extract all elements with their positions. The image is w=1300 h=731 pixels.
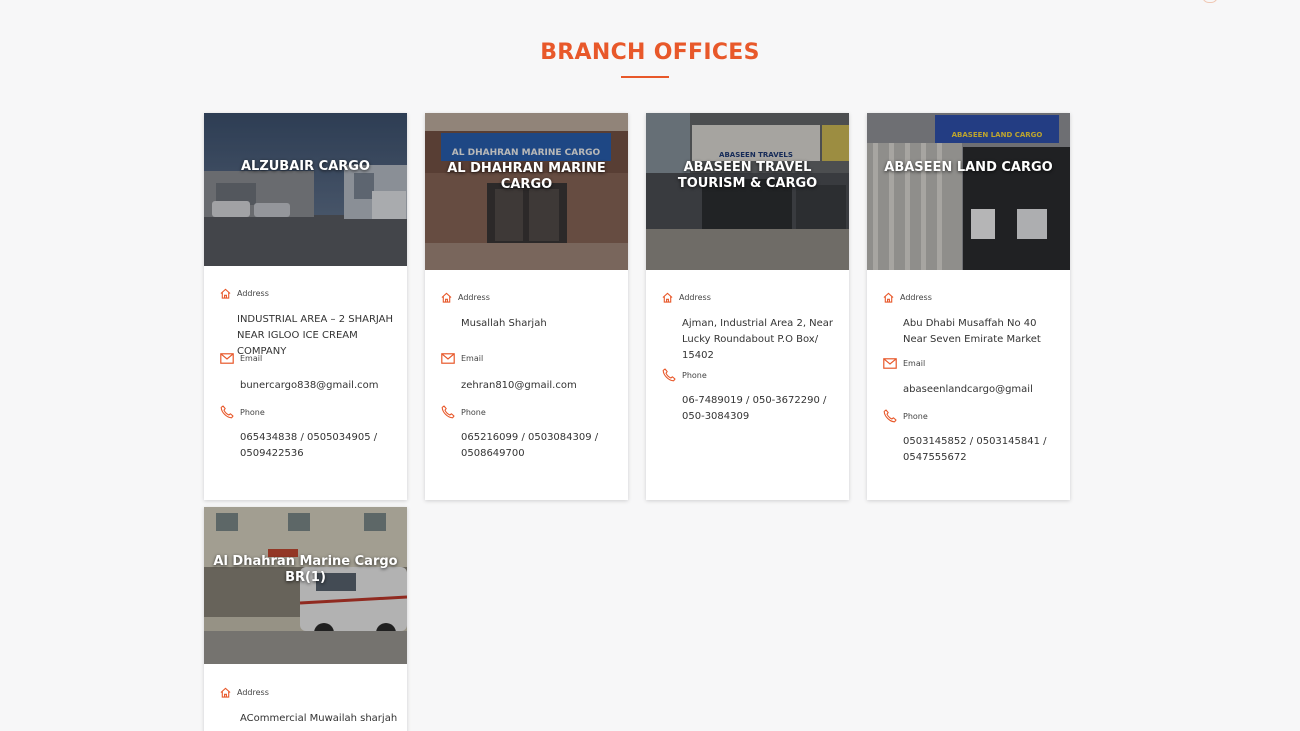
phone-label-row: Phone	[883, 409, 928, 423]
branch-card-abaseen-land[interactable]: ABASEEN LAND CARGO ABASEEN LAND CARGO Ad…	[867, 113, 1070, 500]
phone-label-row: Phone	[220, 405, 265, 419]
title-underline	[621, 76, 669, 78]
branch-email[interactable]: abaseenlandcargo@gmail	[903, 382, 1063, 398]
branch-photo-image: ABASEEN LAND CARGO	[867, 113, 1070, 270]
mail-icon	[883, 358, 897, 369]
branch-name: Al Dhahran Marine Cargo BR(1)	[213, 554, 398, 585]
home-icon	[220, 687, 231, 698]
corner-decoration	[1202, 0, 1218, 3]
branch-photo: ALZUBAIR CARGO	[204, 113, 407, 266]
page-title: BRANCH OFFICES	[540, 40, 760, 65]
branch-address: Abu Dhabi Musaffah No 40 Near Seven Emir…	[903, 318, 1041, 345]
branch-address: Ajman, Industrial Area 2, Near Lucky Rou…	[682, 318, 834, 361]
phone-icon	[662, 368, 676, 382]
phone-icon	[883, 409, 897, 423]
branch-address: ACommercial Muwailah sharjah	[240, 713, 398, 724]
address-label-row: Address	[662, 292, 711, 303]
address-label-row: Address	[220, 687, 269, 698]
address-label: Address	[458, 293, 490, 302]
email-label-row: Email	[220, 353, 262, 364]
branch-photo-image	[204, 113, 407, 266]
phone-label: Phone	[903, 411, 928, 421]
branch-photo: ABASEEN LAND CARGO ABASEEN LAND CARGO	[867, 113, 1070, 270]
branch-card-al-dhahran-br1[interactable]: Al Dhahran Marine Cargo BR(1) Address AC…	[204, 507, 407, 731]
address-label-row: Address	[441, 292, 490, 303]
address-label: Address	[900, 293, 932, 302]
phone-icon	[441, 405, 455, 419]
branch-card-al-dhahran[interactable]: AL DHAHRAN MARINE CARGO AL DHAHRAN MARIN…	[425, 113, 628, 500]
email-label: Email	[903, 359, 926, 368]
email-label: Email	[461, 354, 484, 363]
branch-card-alzubair[interactable]: ALZUBAIR CARGO Address INDUSTRIAL AREA –…	[204, 113, 407, 500]
phone-label: Phone	[240, 407, 265, 417]
phone-icon	[220, 405, 234, 419]
branch-phone[interactable]: 0503145852 / 0503145841 / 0547555672	[903, 434, 1053, 466]
branch-name: ALZUBAIR CARGO	[240, 159, 370, 174]
home-icon	[441, 292, 452, 303]
address-label: Address	[237, 289, 269, 298]
branch-address: Musallah Sharjah	[461, 318, 547, 329]
branch-photo: ABASEEN TRAVELS ABASEEN TRAVEL TOURISM &…	[646, 113, 849, 270]
mail-icon	[220, 353, 234, 364]
phone-label-row: Phone	[662, 368, 707, 382]
phone-label: Phone	[682, 370, 707, 380]
branch-photo: AL DHAHRAN MARINE CARGO AL DHAHRAN MARIN…	[425, 113, 628, 270]
address-label: Address	[237, 688, 269, 697]
mail-icon	[441, 353, 455, 364]
email-label-row: Email	[441, 353, 483, 364]
branch-phone[interactable]: 06-7489019 / 050-3672290 / 050-3084309	[682, 393, 842, 425]
branch-name: AL DHAHRAN MARINE CARGO	[447, 161, 606, 192]
home-icon	[662, 292, 673, 303]
branch-card-abaseen-travel[interactable]: ABASEEN TRAVELS ABASEEN TRAVEL TOURISM &…	[646, 113, 849, 500]
home-icon	[220, 288, 231, 299]
email-label-row: Email	[883, 358, 925, 369]
phone-label-row: Phone	[441, 405, 486, 419]
branch-email[interactable]: zehran810@gmail.com	[461, 378, 621, 394]
branch-offices-page: BRANCH OFFICES ALZUBAIR CARGO Address IN…	[0, 0, 1300, 731]
branch-phone[interactable]: 065434838 / 0505034905 / 0509422536	[240, 430, 390, 462]
phone-label: Phone	[461, 407, 486, 417]
home-icon	[883, 292, 894, 303]
branch-phone[interactable]: 065216099 / 0503084309 / 0508649700	[461, 430, 611, 462]
address-label: Address	[679, 293, 711, 302]
address-label-row: Address	[883, 292, 932, 303]
branch-name: ABASEEN LAND CARGO	[884, 160, 1053, 175]
branch-name: ABASEEN TRAVEL TOURISM & CARGO	[677, 160, 818, 191]
branch-photo: Al Dhahran Marine Cargo BR(1)	[204, 507, 407, 664]
address-label-row: Address	[220, 288, 269, 299]
branch-email[interactable]: bunercargo838@gmail.com	[240, 378, 400, 394]
email-label: Email	[240, 354, 263, 363]
